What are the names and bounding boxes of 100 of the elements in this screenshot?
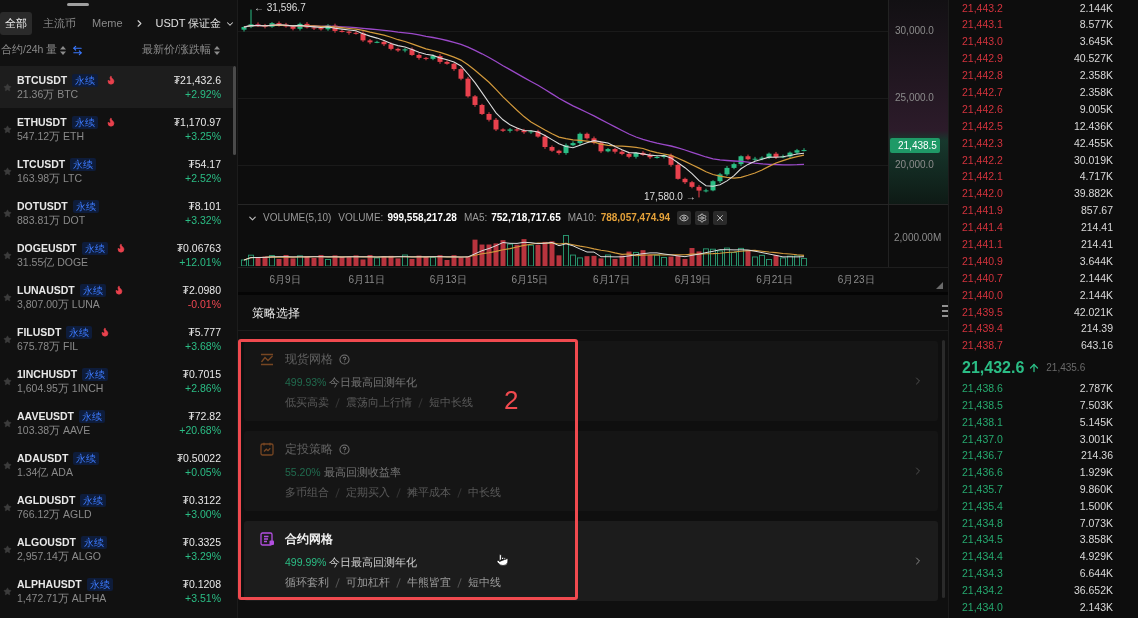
strategy-tag: 牛熊皆宜: [407, 575, 451, 591]
favorite-star-icon[interactable]: [3, 334, 12, 344]
price-tick: 30,000.0: [895, 25, 934, 37]
strategy-name: 现货网格: [285, 351, 333, 368]
bid-amount: 5.145K: [1079, 414, 1113, 430]
return-rate: 499.93%: [285, 375, 327, 391]
favorite-star-icon[interactable]: [3, 502, 12, 512]
bid-amount: 7.073K: [1079, 515, 1113, 531]
strategy-tag: 低买高卖: [285, 395, 329, 411]
market-row[interactable]: DOTUSDT 永续 883.81万 DOT ₮8.101 +3.32%: [0, 192, 233, 234]
change-text: -0.01%: [187, 297, 221, 311]
resize-handle-icon[interactable]: [936, 282, 943, 289]
annotation-number: 2: [504, 387, 519, 413]
price-text: ₮0.7015: [182, 367, 221, 381]
favorite-star-icon[interactable]: [3, 82, 12, 92]
market-row[interactable]: DOGEUSDT 永续 31.55亿 DOGE ₮0.06763 +12.01%: [0, 234, 233, 276]
bid-price: 21,434.2: [962, 582, 1003, 598]
change-text: +2.86%: [185, 381, 221, 395]
ask-amount: 643.16: [1080, 338, 1113, 354]
ask-amount: 2.358K: [1079, 85, 1113, 100]
date-tick: 6月15日: [511, 274, 549, 286]
bid-amount: 9.860K: [1079, 482, 1113, 497]
ask-price: 21,441.1: [962, 237, 1003, 253]
bid-price: 21,438.6: [962, 381, 1003, 397]
market-row[interactable]: ETHUSDT 永续 547.12万 ETH ₮1,170.97 +3.25%: [0, 108, 233, 150]
perpetual-tag: 永续: [71, 115, 98, 129]
favorite-star-icon[interactable]: [3, 544, 12, 554]
volume-text: 883.81万 DOT: [17, 213, 87, 227]
index-price: 21,435.6: [1046, 361, 1086, 376]
favorite-star-icon[interactable]: [3, 250, 12, 260]
strategy-tag: 定期买入: [346, 485, 390, 501]
bid-price: 21,435.4: [962, 498, 1003, 514]
ask-price: 21,442.1: [962, 169, 1003, 185]
market-row[interactable]: ADAUSDT 永续 1.34亿 ADA ₮0.50022 +0.05%: [0, 444, 233, 486]
panel-title: 策略选择: [252, 304, 300, 322]
market-row[interactable]: AAVEUSDT 永续 103.38万 AAVE ₮72.82 +20.68%: [0, 402, 233, 444]
settings-button[interactable]: [695, 211, 710, 225]
market-row[interactable]: ALGOUSDT 永续 2,957.14万 ALGO ₮0.3325 +3.29%: [0, 528, 233, 570]
price-text: ₮0.06763: [176, 241, 221, 255]
menu-icon[interactable]: [942, 305, 948, 317]
price-text: ₮2.0980: [182, 283, 221, 297]
market-row[interactable]: 1INCHUSDT 永续 1,604.95万 1INCH ₮0.7015 +2.86%: [0, 360, 233, 402]
favorite-star-icon[interactable]: [3, 460, 12, 470]
indicator-label: MA5:: [463, 211, 488, 225]
favorite-star-icon[interactable]: [3, 166, 12, 176]
market-row[interactable]: AGLDUSDT 永续 766.12万 AGLD ₮0.3122 +3.00%: [0, 486, 233, 528]
indicator-value: 788,057,474.94: [600, 211, 671, 225]
change-text: +3.29%: [185, 549, 221, 563]
volume-text: 2,957.14万 ALGO: [17, 549, 102, 563]
category-tab[interactable]: 主流币: [38, 12, 81, 35]
category-tab[interactable]: Meme: [87, 12, 128, 35]
visibility-button[interactable]: [677, 211, 692, 225]
ask-price: 21,442.3: [962, 135, 1003, 151]
market-row[interactable]: FILUSDT 永续 675.78万 FIL ₮5.777 +3.68%: [0, 318, 233, 360]
sort-icon[interactable]: [60, 45, 67, 55]
scrollbar[interactable]: [233, 66, 236, 155]
category-tab[interactable]: 全部: [0, 12, 32, 35]
symbol-name: ADAUSDT: [17, 451, 69, 465]
ask-amount: 42.455K: [1073, 135, 1113, 151]
favorite-star-icon[interactable]: [3, 208, 12, 218]
favorite-star-icon[interactable]: [3, 124, 12, 134]
drag-handle[interactable]: [67, 3, 89, 6]
perpetual-tag: 永续: [81, 241, 108, 255]
hand-pointer-icon: [496, 553, 509, 567]
volume-text: 1,604.95万 1INCH: [17, 381, 105, 395]
market-row[interactable]: ALPHAUSDT 永续 1,472.71万 ALPHA ₮0.1208 +3.51%: [0, 570, 233, 612]
help-icon[interactable]: [339, 353, 350, 365]
close-button[interactable]: [713, 211, 728, 225]
swap-icon[interactable]: [72, 44, 84, 56]
favorite-star-icon[interactable]: [3, 376, 12, 386]
ask-price: 21,438.7: [962, 338, 1003, 354]
favorite-star-icon[interactable]: [3, 586, 12, 596]
symbol-name: BTCUSDT: [17, 73, 68, 87]
price-text: ₮0.3122: [182, 493, 221, 507]
perpetual-tag: 永续: [80, 493, 107, 507]
favorite-star-icon[interactable]: [3, 418, 12, 428]
price-text: ₮1,170.97: [173, 115, 221, 129]
price-tick: 20,000.0: [895, 159, 934, 171]
bid-amount: 3.858K: [1079, 532, 1113, 548]
sort-icon[interactable]: [214, 45, 220, 55]
price-text: ₮0.50022: [176, 451, 221, 465]
price-text: ₮8.101: [188, 199, 221, 213]
help-icon[interactable]: [339, 443, 350, 455]
symbol-name: AGLDUSDT: [17, 493, 76, 507]
indicator-value: 752,718,717.65: [491, 211, 561, 225]
strategy-card[interactable]: 合约网格 499.99% 今日最高回测年化 循环套利 可加杠杆 牛熊皆宜 短中线: [244, 521, 938, 601]
symbol-name: DOGEUSDT: [17, 241, 77, 255]
ask-price: 21,441.4: [962, 220, 1003, 236]
volume-tick: 2,000.00M: [894, 232, 942, 244]
ask-price: 21,439.5: [962, 304, 1003, 320]
date-tick: 6月21日: [756, 274, 793, 286]
market-row[interactable]: BTCUSDT 永续 21.36万 BTC ₮21,432.6 +2.92%: [0, 66, 233, 108]
ask-amount: 3.645K: [1079, 34, 1113, 50]
market-row[interactable]: LTCUSDT 永续 163.98万 LTC ₮54.17 +2.52%: [0, 150, 233, 192]
margin-dropdown[interactable]: USDT 保证金: [155, 15, 236, 32]
ask-amount: 214.41: [1080, 220, 1113, 236]
market-row[interactable]: LUNAUSDT 永续 3,807.00万 LUNA ₮2.0980 -0.01%: [0, 276, 233, 318]
strategy-card[interactable]: 定投策略 55.20% 最高回测收益率 多币组合 定期买入 摊平成本 中长线: [244, 431, 938, 511]
ask-amount: 9.005K: [1079, 101, 1113, 117]
favorite-star-icon[interactable]: [3, 292, 12, 302]
